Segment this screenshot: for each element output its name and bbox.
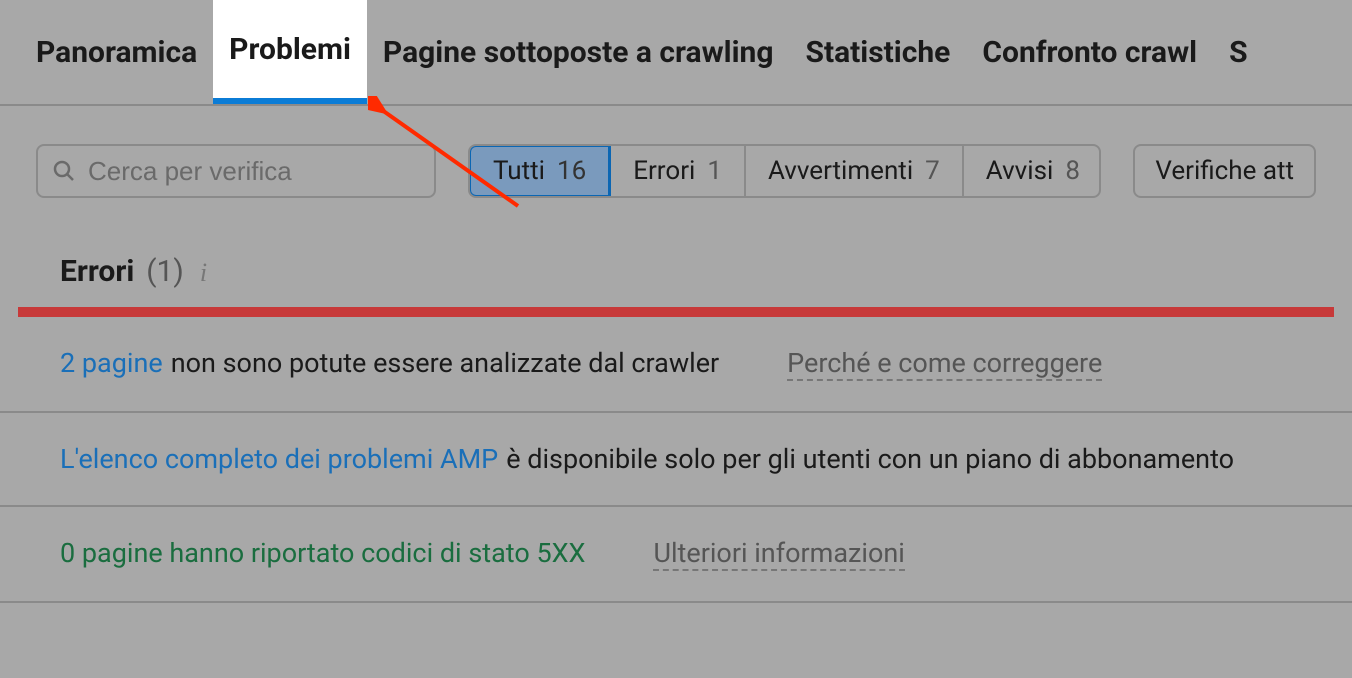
filter-label: Avvertimenti bbox=[768, 156, 913, 186]
info-icon[interactable]: i bbox=[200, 258, 207, 288]
filter-label: Tutti bbox=[493, 156, 545, 186]
filter-count: 1 bbox=[707, 156, 722, 186]
issue-link[interactable]: L'elenco completo dei problemi AMP bbox=[60, 443, 498, 475]
tab-pagine-crawling[interactable]: Pagine sottoposte a crawling bbox=[367, 0, 790, 104]
verifications-button[interactable]: Verifiche att bbox=[1133, 144, 1316, 198]
search-input[interactable] bbox=[88, 156, 423, 187]
filter-count: 16 bbox=[557, 156, 586, 186]
tab-statistiche[interactable]: Statistiche bbox=[789, 0, 966, 104]
section-header: Errori (1) i bbox=[0, 198, 1352, 307]
content-area: Tutti 16 Errori 1 Avvertimenti 7 Avvisi … bbox=[0, 106, 1352, 603]
section-count: (1) bbox=[146, 254, 184, 289]
tab-confronto-crawl[interactable]: Confronto crawl bbox=[966, 0, 1213, 104]
issue-row[interactable]: L'elenco completo dei problemi AMP è dis… bbox=[0, 413, 1352, 507]
filter-count: 8 bbox=[1065, 156, 1080, 186]
issue-text: è disponibile solo per gli utenti con un… bbox=[506, 443, 1234, 475]
filter-label: Errori bbox=[633, 156, 695, 186]
issue-text: non sono potute essere analizzate dal cr… bbox=[171, 347, 719, 379]
filter-group: Tutti 16 Errori 1 Avvertimenti 7 Avvisi … bbox=[468, 144, 1101, 198]
severity-bar bbox=[18, 307, 1334, 317]
filter-count: 7 bbox=[925, 156, 940, 186]
filter-tutti[interactable]: Tutti 16 bbox=[468, 144, 611, 198]
tab-panoramica[interactable]: Panoramica bbox=[20, 0, 213, 104]
issue-row[interactable]: 0 pagine hanno riportato codici di stato… bbox=[0, 507, 1352, 603]
issue-text-green: 0 pagine hanno riportato codici di stato… bbox=[60, 537, 585, 569]
issue-link[interactable]: 2 pagine bbox=[60, 347, 163, 379]
filter-errori[interactable]: Errori 1 bbox=[611, 146, 746, 196]
search-box[interactable] bbox=[36, 144, 436, 198]
issue-helper-link[interactable]: Ulteriori informazioni bbox=[653, 537, 904, 571]
controls-row: Tutti 16 Errori 1 Avvertimenti 7 Avvisi … bbox=[0, 144, 1352, 198]
section-title: Errori bbox=[60, 254, 134, 289]
issue-row[interactable]: 2 pagine non sono potute essere analizza… bbox=[0, 317, 1352, 413]
filter-avvisi[interactable]: Avvisi 8 bbox=[964, 146, 1102, 196]
issue-helper-link[interactable]: Perché e come correggere bbox=[787, 347, 1102, 381]
filter-label: Avvisi bbox=[986, 156, 1054, 186]
tab-problemi[interactable]: Problemi bbox=[213, 0, 367, 104]
filter-avvertimenti[interactable]: Avvertimenti 7 bbox=[746, 146, 964, 196]
search-icon bbox=[52, 159, 76, 183]
tab-truncated[interactable]: S bbox=[1213, 0, 1263, 104]
main-tabs: Panoramica Problemi Pagine sottoposte a … bbox=[0, 0, 1352, 106]
